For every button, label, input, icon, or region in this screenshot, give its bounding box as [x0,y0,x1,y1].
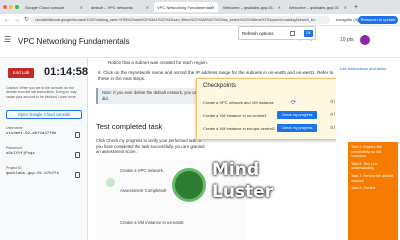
copy-icon[interactable] [75,132,80,138]
checkpoint-row: Create a VM instance in europe-central2 … [203,123,343,135]
password-field: Password s9cIYtfjPvqz [6,146,82,158]
popup-ok-button[interactable]: OK [303,30,313,37]
checkpoint-row: Create a VPC network and VM instance ⟳ 0… [203,97,343,109]
username-field: Username student-02-a0f1a37f9e [6,126,82,138]
browser-tab[interactable]: Google Cloud console ✕ [22,2,86,12]
browser-tab[interactable]: Welcome – qwiklabs-gcp-01 ✕ [286,2,350,12]
check-circle-icon [106,178,115,187]
hamburger-menu-icon[interactable]: ☰ [4,35,11,44]
watermark-text: Luster [212,182,274,202]
close-tab-icon[interactable]: ✕ [146,5,149,10]
toc-item[interactable]: Task 5. Explore the connectivity for VM … [351,145,395,159]
instruction-text: Notice that a subnet was created for eac… [108,60,209,65]
back-icon[interactable]: ← [4,17,10,23]
browser-tab-bar: Google Cloud console ✕ default – VPC netw… [0,0,400,14]
close-window-icon[interactable] [3,5,7,9]
section-paragraph: Click Check my progress to verify your p… [96,138,205,154]
browser-tab-active[interactable]: VPC Networking Fundamentals ✕ [154,2,218,12]
avatar[interactable] [360,35,370,45]
check-progress-button[interactable]: Check my progress [277,111,317,119]
toc-item[interactable]: Task 6. Test your understanding [351,162,395,171]
browser-tab[interactable]: default – VPC networks ✕ [88,2,152,12]
table-of-contents: Task 5. Explore the connectivity for VM … [348,142,398,240]
close-tab-icon[interactable]: ✕ [212,5,215,10]
close-tab-icon[interactable]: ✕ [80,5,83,10]
browser-tab[interactable]: Welcome – qwiklabs-gcp-01 ✕ [220,2,284,12]
url-input[interactable]: cloudskillsboost.google/focuses/1230?cat… [30,16,330,24]
copy-icon[interactable] [75,172,80,178]
window-controls [3,5,19,9]
section-title: Test completed task [96,122,163,131]
toc-item[interactable]: Task 8. Review [351,186,395,191]
project-value: qwiklabs-gcp-01-b7b7f4 [6,172,59,176]
checkpoint-label: Create a VPC network and VM instance [203,100,274,105]
tab-label: Welcome – qwiklabs-gcp-01 [289,4,339,10]
minimize-window-icon[interactable] [9,5,13,9]
popup-checkbox[interactable] [290,31,295,36]
refresh-icon[interactable]: ⟳ [291,99,296,106]
tab-label: Google Cloud console [25,4,65,10]
password-label: Password [6,146,22,150]
maximize-window-icon[interactable] [15,5,19,9]
checkpoint-label: Create a VM instance in us-central1 [203,113,267,118]
page-title: VPC Networking Fundamentals [18,37,130,46]
username-value: student-02-a0f1a37f9e [6,132,57,136]
credits-badge: 10 pts [340,37,354,43]
assessment-item: Create a VPC network. [120,168,164,173]
incognito-indicator[interactable]: Incognito (3) [336,17,358,22]
watermark: Mind Luster [172,158,282,228]
refresh-options-popup: Refresh options OK [238,26,316,40]
open-console-button[interactable]: Open Google Cloud console [6,110,82,119]
reload-icon[interactable]: ↻ [24,16,29,23]
forward-icon[interactable]: → [14,17,20,23]
relaunch-button[interactable]: Relaunch to update [358,16,398,24]
lab-sidebar: End Lab 01:14:58 Caution: When you are i… [0,58,88,240]
mind-luster-logo-icon [172,168,206,202]
copy-icon[interactable] [75,152,80,158]
checkpoint-row: Create a VM instance in us-central1 Chec… [203,110,343,122]
checkpoints-panel: Checkpoints ✕ Create a VPC network and V… [196,78,346,140]
check-progress-button[interactable]: Check my progress [277,124,317,132]
tab-label: Welcome – qwiklabs-gcp-01 [223,4,273,10]
checkpoints-title: Checkpoints [203,83,237,89]
new-tab-icon[interactable]: + [354,4,358,11]
caution-text: Caution: When you are in the console, do… [6,86,77,99]
close-tab-icon[interactable]: ✕ [278,5,281,10]
checkpoint-label: Create a VM instance in europe-central2 [203,126,275,131]
page-header: ☰ VPC Networking Fundamentals ⌕ ? 10 pts [0,26,400,58]
watermark-text: Mind [212,160,260,180]
lab-timer: 01:14:58 [44,66,89,78]
toc-item[interactable]: Task 7. Review the default network [351,174,395,183]
address-bar-row: ← → ↻ cloudskillsboost.google/focuses/12… [0,14,400,26]
project-field: Project ID qwiklabs-gcp-01-b7b7f4 [6,166,82,178]
username-label: Username [6,126,23,130]
tab-label: default – VPC networks [91,4,133,10]
end-lab-button[interactable]: End Lab [8,68,34,78]
popup-label: Refresh options [242,31,274,36]
password-value: s9cIYtfjPvqz [6,152,35,156]
tab-label: VPC Networking Fundamentals [157,4,213,10]
project-label: Project ID [6,166,22,170]
close-tab-icon[interactable]: ✕ [344,5,347,10]
assessment-item: Assessment Completed! [120,188,167,193]
lab-instructions-link[interactable]: Lab instructions and tasks [340,66,386,71]
